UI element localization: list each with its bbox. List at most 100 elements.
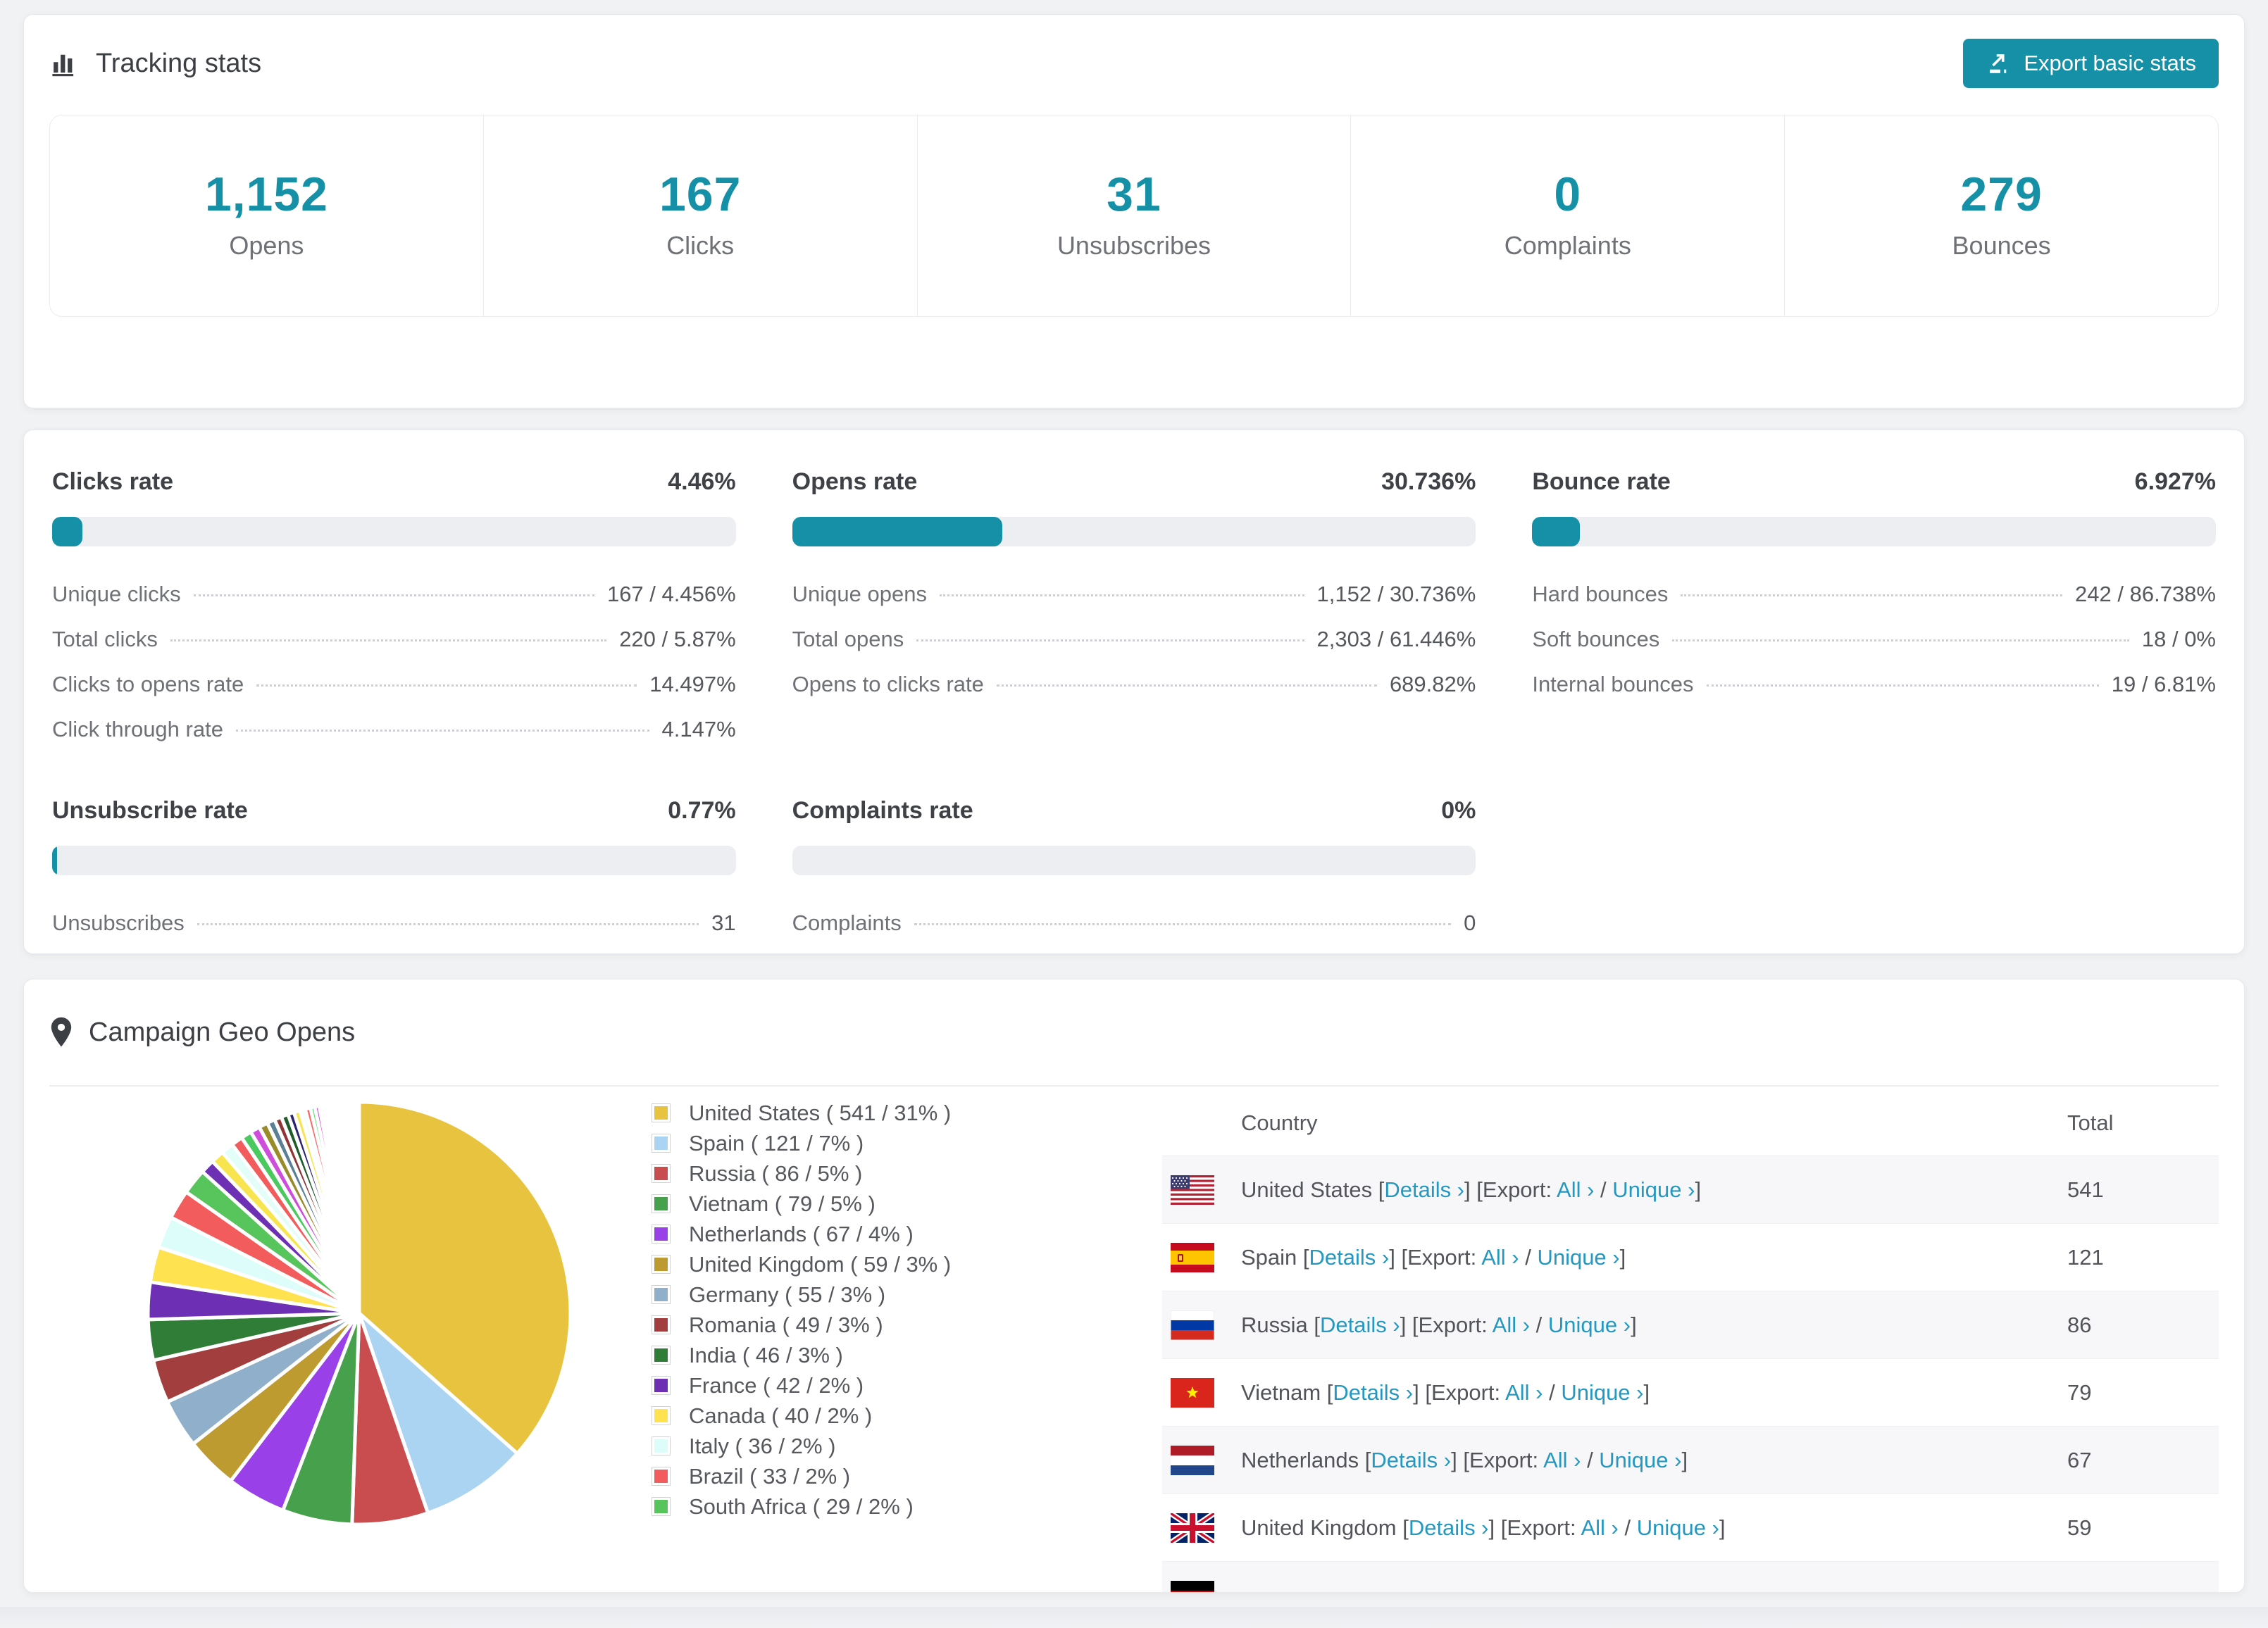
- rate-value: 0.77%: [668, 797, 736, 824]
- rate-detail-label: Opens to clicks rate: [792, 672, 984, 696]
- stat-label: Complaints: [1504, 231, 1631, 260]
- stat-label: Unsubscribes: [1057, 231, 1211, 260]
- table-row: Russia [Details ›] [Export: All › / Uniq…: [1162, 1291, 2219, 1358]
- export-unique-link[interactable]: Unique ›: [1561, 1380, 1643, 1405]
- page-title-label: Tracking stats: [96, 48, 262, 78]
- export-prefix: Export:: [1482, 1177, 1552, 1202]
- dotted-leader: [170, 639, 607, 641]
- rate-detail-row: Unique clicks 167 / 4.456%: [52, 572, 736, 617]
- export-all-link[interactable]: All ›: [1557, 1177, 1594, 1202]
- legend-item: India ( 46 / 3% ): [652, 1340, 983, 1370]
- progress-bar-track: [52, 517, 736, 546]
- export-all-link[interactable]: All ›: [1505, 1380, 1543, 1405]
- rate-detail-value: 18 / 0%: [2141, 627, 2216, 651]
- legend-item: Italy ( 36 / 2% ): [652, 1431, 983, 1461]
- country-name: Vietnam: [1241, 1379, 1321, 1405]
- legend-label: Vietnam ( 79 / 5% ): [689, 1191, 876, 1216]
- legend-label: Netherlands ( 67 / 4% ): [689, 1221, 914, 1246]
- stat-label: Clicks: [666, 231, 735, 260]
- stat-value: 1,152: [204, 168, 328, 221]
- legend-swatch: [652, 1255, 671, 1274]
- rate-value: 30.736%: [1381, 468, 1476, 495]
- details-link[interactable]: Details ›: [1409, 1515, 1489, 1540]
- details-link[interactable]: Details ›: [1371, 1448, 1451, 1472]
- legend-label: India ( 46 / 3% ): [689, 1342, 843, 1367]
- progress-bar-track: [792, 517, 1476, 546]
- legend-item: Netherlands ( 67 / 4% ): [652, 1219, 983, 1249]
- export-unique-link[interactable]: Unique ›: [1612, 1177, 1695, 1202]
- rate-value: 0%: [1441, 797, 1476, 824]
- geo-opens-card: Campaign Geo Opens United States ( 541 /…: [23, 979, 2245, 1593]
- rate-detail-rows: Unique clicks 167 / 4.456% Total clicks …: [52, 572, 736, 752]
- rate-title: Bounce rate: [1532, 468, 1671, 495]
- legend-label: Germany ( 55 / 3% ): [689, 1282, 886, 1307]
- geo-table-header: Country Total: [1162, 1091, 2219, 1156]
- rate-detail-rows: Hard bounces 242 / 86.738% Soft bounces …: [1532, 572, 2216, 707]
- progress-bar-fill: [1532, 517, 1580, 546]
- rate-detail-row: Soft bounces 18 / 0%: [1532, 617, 2216, 662]
- details-link[interactable]: Details ›: [1333, 1380, 1413, 1405]
- rate-detail-rows: Unsubscribes 31: [52, 901, 736, 946]
- legend-swatch: [652, 1225, 671, 1244]
- export-unique-link[interactable]: Unique ›: [1548, 1313, 1631, 1337]
- export-all-link[interactable]: All ›: [1493, 1313, 1530, 1337]
- legend-label: United Kingdom ( 59 / 3% ): [689, 1251, 952, 1277]
- progress-bar-track: [792, 846, 1476, 875]
- rate-detail-row: Clicks to opens rate 14.497%: [52, 662, 736, 707]
- rate-title: Clicks rate: [52, 468, 173, 495]
- export-all-link[interactable]: All ›: [1543, 1448, 1581, 1472]
- rate-detail-row: Complaints 0: [792, 901, 1476, 946]
- table-row: Spain [Details ›] [Export: All › / Uniqu…: [1162, 1223, 2219, 1291]
- tracking-stats-card: Tracking stats Export basic stats 1,152 …: [23, 14, 2245, 408]
- row-links: [Details ›] [Export: All › / Unique ›]: [1307, 1312, 1637, 1337]
- legend-label: Russia ( 86 / 5% ): [689, 1160, 863, 1186]
- table-row: Vietnam [Details ›] [Export: All › / Uni…: [1162, 1358, 2219, 1426]
- export-all-link[interactable]: All ›: [1481, 1245, 1519, 1270]
- export-unique-link[interactable]: Unique ›: [1637, 1515, 1719, 1540]
- summary-stats-box: 1,152 Opens 167 Clicks 31 Unsubscribes 0…: [49, 115, 2219, 317]
- total-column-header: Total: [2067, 1110, 2114, 1135]
- legend-swatch: [652, 1346, 671, 1365]
- rate-block: Clicks rate 4.46% Unique clicks 167 / 4.…: [52, 468, 736, 752]
- rate-detail-value: 4.147%: [661, 717, 736, 741]
- country-flag-icon: [1171, 1513, 1214, 1543]
- rate-title: Complaints rate: [792, 797, 973, 824]
- rate-header: Unsubscribe rate 0.77%: [52, 797, 736, 825]
- legend-item: Spain ( 121 / 7% ): [652, 1128, 983, 1158]
- summary-stat-cell: 167 Clicks: [484, 115, 918, 316]
- details-link[interactable]: Details ›: [1384, 1177, 1464, 1202]
- export-basic-stats-button[interactable]: Export basic stats: [1963, 39, 2219, 88]
- country-total: 541: [2067, 1177, 2104, 1202]
- legend-swatch: [652, 1497, 671, 1516]
- stat-label: Opens: [229, 231, 304, 260]
- details-link[interactable]: Details ›: [1309, 1245, 1390, 1270]
- export-unique-link[interactable]: Unique ›: [1537, 1245, 1619, 1270]
- dotted-leader: [996, 684, 1377, 687]
- row-links: [Details ›] [Export: All › / Unique ›]: [1359, 1447, 1688, 1472]
- row-links: [Details ›] [Export: All › / Unique ›]: [1297, 1244, 1626, 1270]
- legend-label: United States ( 541 / 31% ): [689, 1100, 952, 1125]
- dotted-leader: [197, 923, 699, 925]
- bottom-shade: [0, 1607, 2268, 1628]
- export-all-link[interactable]: All ›: [1581, 1515, 1618, 1540]
- summary-stat-cell: 31 Unsubscribes: [918, 115, 1352, 316]
- progress-bar-fill: [792, 517, 1002, 546]
- rate-detail-row: Total opens 2,303 / 61.446%: [792, 617, 1476, 662]
- row-links: [Details ›] [Export: All › / Unique ›]: [1321, 1379, 1650, 1405]
- rate-detail-rows: Complaints 0: [792, 901, 1476, 946]
- country-cell: United Kingdom [Details ›] [Export: All …: [1214, 1515, 2067, 1541]
- dotted-leader: [914, 923, 1452, 925]
- rate-detail-label: Unique opens: [792, 582, 927, 606]
- dotted-leader: [1672, 639, 2129, 641]
- details-link[interactable]: Details ›: [1320, 1313, 1400, 1337]
- country-flag-icon: [1171, 1445, 1214, 1475]
- rate-detail-row: Hard bounces 242 / 86.738%: [1532, 572, 2216, 617]
- country-flag-icon: [1171, 1310, 1214, 1340]
- summary-stat-cell: 0 Complaints: [1351, 115, 1786, 316]
- legend-label: Romania ( 49 / 3% ): [689, 1312, 883, 1337]
- pie-chart-svg: [146, 1100, 573, 1527]
- export-prefix: Export:: [1431, 1379, 1501, 1405]
- geo-section-header: Campaign Geo Opens: [49, 979, 2219, 1087]
- export-unique-link[interactable]: Unique ›: [1599, 1448, 1681, 1472]
- rate-detail-label: Internal bounces: [1532, 672, 1694, 696]
